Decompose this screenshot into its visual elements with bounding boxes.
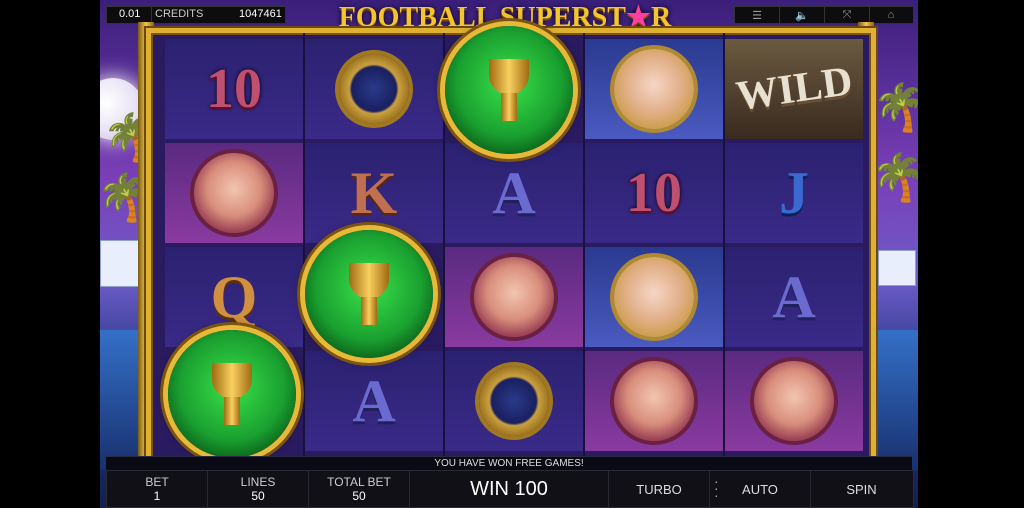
win-display: WIN 100 (410, 471, 609, 507)
trophy-scatter-icon (168, 330, 296, 458)
symbol-ten: 10 (165, 39, 303, 139)
watch-icon (339, 54, 409, 124)
symbol-wild: WILD (725, 39, 863, 139)
symbol-ace: A (725, 247, 863, 347)
lines-control[interactable]: LINES 50 (208, 471, 309, 507)
trophy-cup (349, 263, 389, 325)
total-bet-label: TOTAL BET (327, 475, 391, 489)
watch-icon (479, 366, 549, 436)
symbol-girl (445, 247, 583, 347)
spin-button[interactable]: SPIN (811, 471, 912, 507)
palm-tree-icon: 🌴 (872, 81, 918, 133)
symbol-king: K (305, 143, 443, 243)
credits-value: 1047461 (239, 8, 282, 20)
blonde-girl-portrait (614, 257, 694, 337)
symbol-girl-blonde (585, 247, 723, 347)
girl-portrait (614, 361, 694, 441)
symbol-girl (165, 143, 303, 243)
trophy-cup (489, 59, 529, 121)
symbol-watch (305, 39, 443, 139)
symbol-ace: A (305, 351, 443, 451)
symbol-girl (725, 351, 863, 451)
denomination: 0.01 (119, 8, 141, 20)
symbol-girl (585, 351, 723, 451)
villa-building (878, 250, 916, 286)
blonde-girl-portrait (614, 49, 694, 129)
auto-button[interactable]: AUTO (710, 471, 811, 507)
control-bar: BET 1 LINES 50 TOTAL BET 50 WIN 100 TURB… (106, 470, 914, 508)
reel-4: 10 (585, 33, 725, 457)
girl-portrait (754, 361, 834, 441)
fullscreen-icon[interactable]: ⤧ (825, 7, 869, 23)
lines-value: 50 (251, 489, 265, 503)
more-options-icon[interactable]: · · · (714, 474, 719, 502)
volume-icon[interactable]: 🔈 (780, 7, 824, 23)
credits-label: CREDITS (155, 8, 204, 20)
bet-control[interactable]: BET 1 (107, 471, 208, 507)
symbol-jack: J (725, 143, 863, 243)
trophy-scatter-icon (305, 230, 433, 358)
symbol-ace: A (445, 143, 583, 243)
total-bet-value: 50 (352, 489, 366, 503)
top-icon-bar: ☰ 🔈 ⤧ ⌂ (734, 6, 914, 24)
bet-value: 1 (153, 489, 161, 503)
girl-portrait (474, 257, 554, 337)
status-message: YOU HAVE WON FREE GAMES! (106, 456, 912, 471)
menu-icon[interactable]: ☰ (735, 7, 779, 23)
trophy-scatter-icon (445, 26, 573, 154)
lines-label: LINES (240, 475, 276, 489)
turbo-button[interactable]: TURBO (609, 471, 710, 507)
palm-tree-icon: 🌴 (870, 151, 918, 203)
home-icon[interactable]: ⌂ (869, 7, 913, 23)
symbol-ten: 10 (585, 143, 723, 243)
total-bet-display: TOTAL BET 50 (309, 471, 410, 507)
villa-building (100, 240, 142, 287)
trophy-cup (212, 363, 252, 425)
reel-5: WILD J A (725, 33, 863, 457)
credits-bar: 0.01 CREDITS 1047461 (106, 6, 286, 24)
symbol-watch (445, 351, 583, 451)
bet-label: BET (145, 475, 169, 489)
symbol-girl-blonde (585, 39, 723, 139)
girl-portrait (194, 153, 274, 233)
win-text: WIN 100 (470, 478, 548, 500)
